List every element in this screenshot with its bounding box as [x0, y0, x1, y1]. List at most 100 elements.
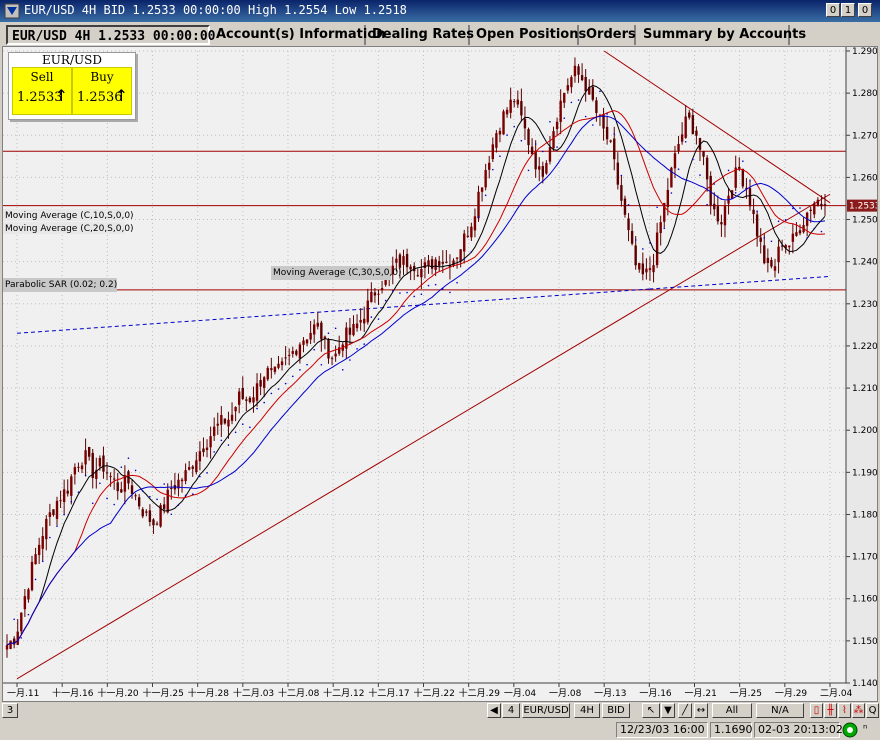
candle-body [673, 153, 677, 169]
sar-dot [349, 359, 351, 361]
sar-dot [734, 191, 737, 194]
count-field[interactable]: 4 [502, 703, 520, 718]
candle-body [277, 363, 280, 368]
candle-body [162, 504, 166, 510]
candle-style-icon[interactable]: ▯ [810, 703, 823, 718]
sar-dot [49, 536, 51, 539]
candle-body [402, 256, 405, 265]
range-all-button[interactable]: All [712, 703, 752, 718]
candle-body [641, 263, 645, 275]
close-button[interactable]: 0 [858, 3, 872, 17]
candle-body [480, 187, 484, 192]
minimize-button[interactable]: 0 [826, 3, 840, 17]
candle-body [752, 209, 755, 215]
status-extra: ⁿ [863, 722, 868, 735]
bar-style-icon[interactable]: ╫ [824, 703, 837, 718]
candle-body [312, 324, 316, 335]
indicator-icon[interactable]: ⁂ [852, 703, 865, 718]
candle-body [755, 214, 759, 237]
indicator-labels: Moving Average (C,10,S,0,0) Moving Avera… [3, 209, 402, 292]
candle-body [620, 185, 623, 201]
candle-body [820, 203, 823, 207]
sar-dot [263, 401, 265, 404]
sar-dot [777, 220, 780, 223]
sar-dot [149, 495, 151, 498]
window-title: EUR/USD 4H BID 1.2533 00:00:00 High 1.25… [24, 3, 407, 17]
candle-body [427, 260, 430, 266]
scroll-left-button[interactable]: ◀ [487, 703, 501, 718]
tab-summary-by-accounts[interactable]: Summary by Accounts [639, 25, 806, 45]
sar-dot [642, 248, 644, 250]
dropdown-chevron-icon[interactable]: ▼ [661, 703, 675, 718]
candle-body [141, 509, 144, 517]
tab-accounts-information[interactable]: Account(s) Information [212, 25, 386, 45]
candle-body [491, 144, 494, 160]
sar-dot [549, 120, 551, 123]
x-tick-label: 十一月.28 [188, 687, 230, 699]
candle-body [166, 489, 169, 513]
candle-body [52, 509, 55, 515]
candle-body [373, 292, 377, 296]
candle-body [363, 318, 366, 324]
y-tick-label: 1.2200 [852, 342, 878, 352]
tab-bar: EUR/USD 4H 1.2533 00:00:00 Account(s) In… [0, 22, 880, 48]
period-selector[interactable]: 4H [574, 703, 600, 718]
chart-area[interactable]: 1.2900 1.2800 1.2700 1.2600 1.2500 1.2400 1.23… [2, 46, 878, 702]
symbol-selector[interactable]: EUR/USD [522, 703, 570, 718]
line-style-icon[interactable]: ⌇ [838, 703, 851, 718]
sar-dot [663, 227, 666, 230]
candle-body [359, 319, 362, 323]
candle-body [630, 230, 634, 244]
sar-dot [34, 578, 37, 581]
buy-box[interactable]: Buy 1.2536 ↑ [72, 67, 132, 115]
candle-body [9, 640, 12, 649]
candle-body [37, 544, 41, 556]
candle-body [187, 467, 191, 470]
candle-body [259, 380, 262, 387]
candle-body [684, 116, 687, 138]
candle-body [102, 455, 105, 472]
candle-body [563, 92, 566, 103]
line-tool-icon[interactable]: ╱ [678, 703, 692, 718]
x-tick-label: 二月.04 [820, 688, 853, 699]
sar-dot [656, 206, 658, 209]
candle-body [559, 100, 562, 123]
candle-body [423, 262, 427, 268]
candle-body [252, 397, 255, 403]
sar-dot [13, 618, 15, 621]
candle-body [298, 344, 302, 359]
x-tick-label: 一月.16 [639, 688, 672, 699]
sar-dot [363, 343, 366, 345]
maximize-button[interactable]: 1 [841, 3, 855, 17]
na-field[interactable]: N/A [756, 703, 804, 718]
tab-orders[interactable]: Orders [582, 25, 636, 45]
sar-dot [120, 466, 123, 468]
y-tick-label: 1.1800 [852, 510, 878, 520]
candle-body [523, 118, 527, 129]
tab-dealing-rates[interactable]: Dealing Rates [368, 25, 474, 45]
x-tick-label: 一月.13 [594, 688, 626, 699]
quote-button[interactable]: Q [866, 703, 879, 718]
sar-dot [484, 194, 487, 197]
page-number-button[interactable]: 3 [2, 703, 18, 718]
sell-box[interactable]: Sell 1.2533 ↑ [12, 67, 72, 115]
y-tick-label: 1.2100 [852, 384, 878, 394]
candle-body [466, 235, 469, 237]
candle-body [484, 170, 487, 188]
price-type-selector[interactable]: BID [602, 703, 630, 718]
chart-grid [3, 50, 846, 684]
tab-open-positions[interactable]: Open Positions [472, 25, 586, 45]
sar-dot [613, 133, 616, 135]
fit-tool-icon[interactable]: ↔ [694, 703, 708, 718]
candle-body [398, 254, 402, 268]
cursor-tool-icon[interactable]: ↖ [642, 703, 660, 718]
candle-body [798, 230, 802, 234]
tab-chart[interactable]: EUR/USD 4H 1.2533 00:00:00 [6, 25, 216, 45]
x-tick-label: 一月.29 [775, 688, 808, 699]
sar-dot [599, 90, 601, 93]
sar-dot [577, 99, 580, 101]
y-tick-label: 1.1600 [852, 595, 878, 605]
price-chart[interactable]: 1.2900 1.2800 1.2700 1.2600 1.2500 1.2400 1.23… [3, 47, 878, 702]
y-tick-label: 1.2000 [852, 426, 878, 436]
ma20-label: Moving Average (C,20,S,0,0) [5, 224, 134, 234]
